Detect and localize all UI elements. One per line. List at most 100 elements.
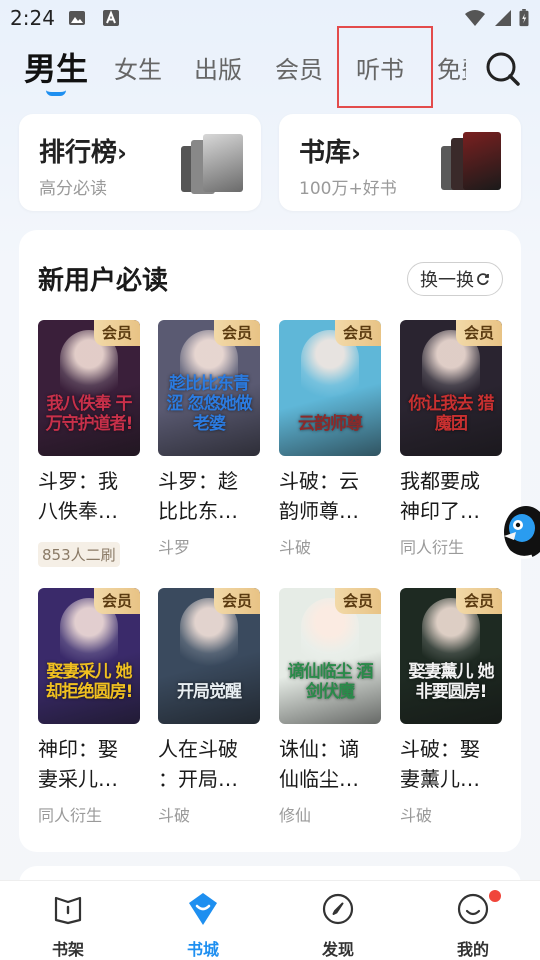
book-category: 斗破 — [400, 802, 504, 826]
notification-dot — [489, 890, 501, 902]
book-cover[interactable]: 你让我去 猎魔团 会员 — [400, 320, 502, 456]
book-title-line: 斗破：娶 — [400, 737, 480, 761]
status-bar: 2:24 — [0, 0, 540, 36]
nav-profile[interactable]: 我的 — [433, 881, 513, 960]
book-item[interactable]: 你让我去 猎魔团 会员我都要成神印了… 同人衍生 — [400, 320, 504, 558]
active-tab-indicator — [46, 90, 66, 96]
book-title-line: 我都要成 — [400, 469, 480, 493]
book-title[interactable]: 斗罗：我八佚奉… — [38, 466, 140, 526]
book-item[interactable]: 谪仙临尘 酒剑伏魔 会员诛仙：谪 仙临尘… 修仙 — [279, 588, 383, 826]
tab-vip[interactable]: 会员 — [275, 50, 323, 85]
tab-female[interactable]: 女生 — [114, 50, 162, 85]
book-title[interactable]: 神印：娶妻采儿… — [38, 734, 140, 794]
highlight-annotation — [337, 26, 433, 108]
nav-label-discover: 发现 — [321, 940, 354, 959]
book-title-line: 斗罗：趁 — [158, 469, 238, 493]
category-label: 斗破 — [400, 806, 433, 825]
category-label: 修仙 — [279, 806, 312, 825]
nav-bookstore[interactable]: 书城 — [163, 881, 243, 960]
book-title-line: 妻薰儿… — [400, 767, 480, 791]
mascot-icon[interactable] — [500, 496, 540, 566]
nav-discover[interactable]: 发现 — [298, 881, 378, 960]
book-title-line: 神印了… — [400, 499, 480, 523]
bookstore-icon — [189, 893, 217, 925]
cover-title-text: 娶妻采儿 她却拒绝圆房! — [45, 662, 134, 702]
book-title-line: 妻采儿… — [38, 767, 118, 791]
chevron-right-icon: › — [351, 139, 361, 167]
cover-title-text: 我八佚奉 干万守护道者! — [45, 394, 134, 434]
nav-label-bookstore: 书城 — [186, 940, 219, 959]
book-cover[interactable]: 谪仙临尘 酒剑伏魔 会员 — [279, 588, 381, 724]
profile-icon — [457, 893, 489, 925]
book-cover[interactable]: 我八佚奉 干万守护道者! 会员 — [38, 320, 140, 456]
book-title-line: 八佚奉… — [38, 499, 118, 523]
category-label: 斗破 — [279, 538, 312, 557]
book-cover[interactable]: 娶妻采儿 她却拒绝圆房! 会员 — [38, 588, 140, 724]
cover-title-text: 谪仙临尘 酒剑伏魔 — [287, 662, 374, 702]
vip-badge: 会员 — [335, 588, 381, 614]
refresh-icon — [477, 273, 489, 285]
refresh-label: 换一换 — [420, 270, 474, 291]
book-title[interactable]: 诛仙：谪 仙临尘… — [279, 734, 381, 794]
signal-icon — [495, 10, 511, 26]
library-title: 书库 — [299, 138, 352, 168]
bottom-nav: 书架 书城 发现 我的 — [0, 880, 540, 960]
category-label: 斗破 — [158, 806, 191, 825]
book-item[interactable]: 娶妻薰儿 她非要圆房! 会员斗破：娶妻薰儿… 斗破 — [400, 588, 504, 826]
book-title[interactable]: 我都要成神印了… — [400, 466, 502, 526]
nav-bookshelf[interactable]: 书架 — [28, 881, 108, 960]
book-title-line: 诛仙：谪 — [279, 737, 359, 761]
book-title-line: 神印：娶 — [38, 737, 118, 761]
book-item[interactable]: 开局觉醒 会员人在斗破 ：开局… 斗破 — [158, 588, 262, 826]
book-title-line: 斗破：云 — [279, 469, 359, 493]
cover-title-text: 娶妻薰儿 她非要圆房! — [408, 662, 495, 702]
book-title[interactable]: 人在斗破 ：开局… — [158, 734, 260, 794]
book-title[interactable]: 斗破：娶妻薰儿… — [400, 734, 502, 794]
vip-badge: 会员 — [456, 588, 502, 614]
app-notification-icon — [103, 10, 119, 26]
mini-cover — [463, 132, 501, 190]
book-category: 853人二刷 — [38, 534, 142, 567]
cover-title-text: 趁比比东青涩 忽悠她做老婆 — [166, 374, 253, 434]
vip-badge: 会员 — [214, 588, 260, 614]
book-cover[interactable]: 云韵师尊 会员 — [279, 320, 381, 456]
library-card[interactable]: 书库› 100万+好书 — [279, 114, 521, 211]
book-title[interactable]: 斗罗：趁 比比东… — [158, 466, 260, 526]
book-cover[interactable]: 趁比比东青涩 忽悠她做老婆 会员 — [158, 320, 260, 456]
category-label: 斗罗 — [158, 538, 191, 557]
battery-icon — [519, 9, 529, 27]
vip-badge: 会员 — [214, 320, 260, 346]
book-cover[interactable]: 娶妻薰儿 她非要圆房! 会员 — [400, 588, 502, 724]
book-title-line: 斗罗：我 — [38, 469, 118, 493]
library-book-stack — [439, 132, 503, 194]
book-category: 同人衍生 — [38, 802, 142, 826]
book-item[interactable]: 趁比比东青涩 忽悠她做老婆 会员斗罗：趁 比比东… 斗罗 — [158, 320, 262, 558]
ranking-card[interactable]: 排行榜› 高分必读 — [19, 114, 261, 211]
cover-title-text: 云韵师尊 — [298, 414, 363, 434]
section-title: 新用户必读 — [38, 266, 169, 296]
chevron-right-icon: › — [117, 139, 127, 167]
gallery-icon — [69, 11, 85, 25]
category-label: 同人衍生 — [400, 538, 465, 557]
book-category: 斗破 — [279, 534, 383, 558]
book-item[interactable]: 娶妻采儿 她却拒绝圆房! 会员神印：娶妻采儿… 同人衍生 — [38, 588, 142, 826]
book-title[interactable]: 斗破：云 韵师尊… — [279, 466, 381, 526]
status-time: 2:24 — [10, 6, 55, 30]
cover-title-text: 你让我去 猎魔团 — [408, 394, 495, 434]
vip-badge: 会员 — [456, 320, 502, 346]
book-item[interactable]: 我八佚奉 干万守护道者! 会员斗罗：我八佚奉… 853人二刷 — [38, 320, 142, 567]
tab-publish[interactable]: 出版 — [194, 50, 242, 85]
tab-free-clip: 免费 — [436, 36, 466, 108]
wifi-icon — [465, 10, 485, 26]
search-icon[interactable] — [484, 50, 522, 88]
tab-free[interactable]: 免费 — [437, 50, 466, 85]
ranking-book-stack — [181, 132, 245, 194]
tab-male[interactable]: 男生 — [24, 44, 88, 90]
book-item[interactable]: 云韵师尊 会员斗破：云 韵师尊… 斗破 — [279, 320, 383, 558]
category-label: 同人衍生 — [38, 806, 103, 825]
ranking-title: 排行榜 — [39, 138, 118, 168]
book-cover[interactable]: 开局觉醒 会员 — [158, 588, 260, 724]
book-title-line: ：开局… — [158, 767, 238, 791]
ranking-subtitle: 高分必读 — [39, 179, 107, 199]
refresh-button[interactable]: 换一换 — [407, 262, 503, 296]
